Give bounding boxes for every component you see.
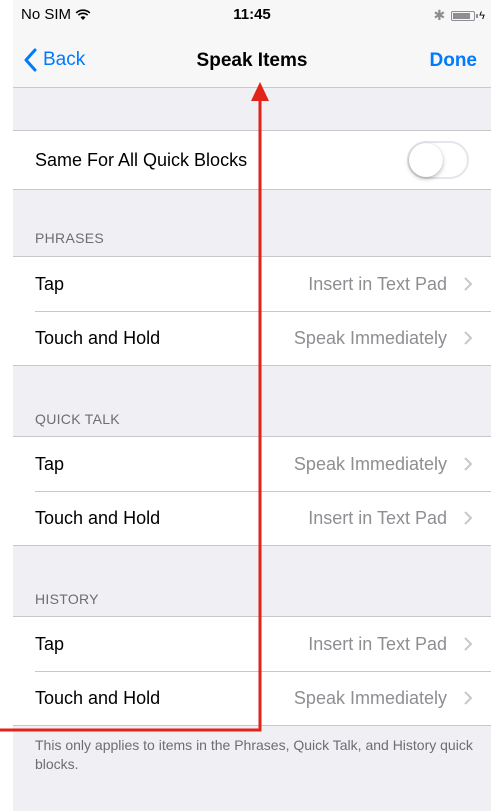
page-title: Speak Items [196,50,308,71]
status-right: ✱ ϟ [433,7,485,24]
phrases-group: Tap Insert in Text Pad Touch and Hold Sp… [13,256,491,366]
battery-icon: ϟ [451,10,485,22]
same-for-all-row: Same For All Quick Blocks [13,131,491,189]
row-value: Speak Immediately [293,453,447,474]
chevron-right-icon [464,511,473,525]
row-label: Touch and Hold [35,507,161,528]
row-value: Insert in Text Pad [308,273,447,294]
section-header-phrases: PHRASES [35,230,105,246]
status-bar: No SIM 11:45 ✱ ϟ [13,0,491,34]
quick-talk-tap-row[interactable]: Tap Speak Immediately [13,437,491,491]
history-tap-row[interactable]: Tap Insert in Text Pad [13,617,491,671]
section-header-quick-talk: QUICK TALK [35,411,120,427]
bluetooth-icon: ✱ [433,7,446,23]
quick-talk-group: Tap Speak Immediately Touch and Hold Ins… [13,436,491,546]
history-touch-hold-row[interactable]: Touch and Hold Speak Immediately [13,671,491,725]
row-value: Insert in Text Pad [308,507,447,528]
same-for-all-group: Same For All Quick Blocks [13,130,491,190]
footer-note: This only applies to items in the Phrase… [35,737,473,772]
row-label: Tap [35,633,65,654]
navigation-bar: Back Speak Items Done [13,34,491,88]
section-header-history: HISTORY [35,591,99,607]
chevron-right-icon [464,457,473,471]
row-value: Speak Immediately [293,327,447,348]
chevron-right-icon [464,691,473,705]
chevron-right-icon [464,277,473,291]
status-time: 11:45 [233,6,271,23]
phrases-touch-hold-row[interactable]: Touch and Hold Speak Immediately [13,311,491,365]
done-button[interactable]: Done [430,50,478,72]
phrases-tap-row[interactable]: Tap Insert in Text Pad [13,257,491,311]
chevron-right-icon [464,331,473,345]
row-label: Touch and Hold [35,687,161,708]
history-group: Tap Insert in Text Pad Touch and Hold Sp… [13,616,491,726]
row-value: Speak Immediately [293,687,447,708]
row-label: Tap [35,453,65,474]
row-label: Touch and Hold [35,327,161,348]
row-value: Insert in Text Pad [308,633,447,654]
same-for-all-label: Same For All Quick Blocks [35,149,248,170]
same-for-all-toggle[interactable] [407,141,469,179]
toggle-knob [409,143,443,177]
chevron-right-icon [464,637,473,651]
quick-talk-touch-hold-row[interactable]: Touch and Hold Insert in Text Pad [13,491,491,545]
row-label: Tap [35,273,65,294]
screen: No SIM 11:45 ✱ ϟ Back Speak Items Done S… [13,0,491,811]
charging-icon: ϟ [479,9,485,22]
